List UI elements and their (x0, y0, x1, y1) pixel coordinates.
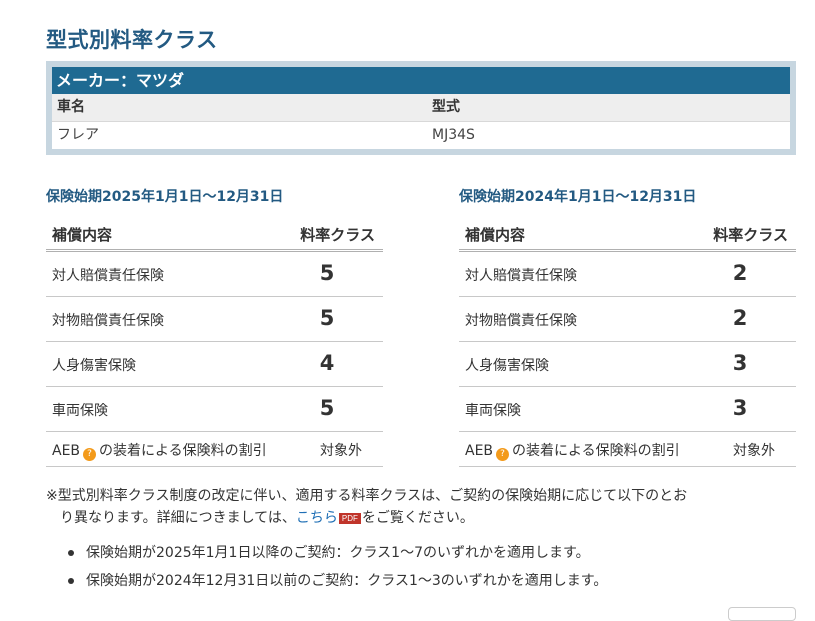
model-value: MJ34S (432, 127, 475, 143)
rate-table-header: 補償内容 料率クラス (459, 220, 796, 252)
table-row: 対人賠償責任保険 5 (46, 252, 383, 297)
rate-table-2025: 補償内容 料率クラス 対人賠償責任保険 5 対物賠償責任保険 5 人身傷害保険 … (46, 220, 383, 467)
maker-data-row: フレア MJ34S (52, 122, 790, 149)
car-name-header: 車名 (57, 99, 85, 115)
bullet-icon (68, 578, 74, 584)
coverage-label: 人身傷害保険 (465, 358, 549, 374)
coverage-label: 対物賠償責任保険 (52, 313, 164, 329)
aeb-info-icon[interactable]: ? (496, 448, 510, 461)
coverage-label: 人身傷害保険 (52, 358, 136, 374)
pdf-icon: PDF (338, 513, 361, 524)
coverage-header: 補償内容 (465, 226, 526, 244)
aeb-suffix: の装着による保険料の割引 (512, 443, 680, 459)
aeb-discount-row: AEB? の装着による保険料の割引 対象外 (46, 432, 383, 467)
rate-class-value: 2 (732, 306, 748, 330)
details-link[interactable]: こちら (296, 510, 338, 526)
rate-table-2024: 補償内容 料率クラス 対人賠償責任保険 2 対物賠償責任保険 2 人身傷害保険 … (459, 220, 796, 467)
note-line-2: り異なります。詳細につきましては、こちら PDF をご覧ください。 (46, 507, 791, 529)
coverage-label: 車両保険 (465, 403, 521, 419)
coverage-header: 補償内容 (52, 226, 113, 244)
aeb-prefix: AEB (52, 443, 81, 459)
period-2024-title: 保険始期2024年1月1日〜12月31日 (459, 189, 697, 205)
note-line-1: ※型式別料率クラス制度の改定に伴い、適用する料率クラスは、ご契約の保険始期に応じ… (46, 488, 688, 504)
table-row: 人身傷害保険 3 (459, 342, 796, 387)
rate-class-value: 5 (319, 306, 335, 330)
coverage-label: 対人賠償責任保険 (52, 268, 164, 284)
rate-class-value: 5 (319, 396, 335, 420)
coverage-label: 対物賠償責任保険 (465, 313, 577, 329)
aeb-label: AEB? の装着による保険料の割引 (465, 440, 680, 461)
coverage-label: 対人賠償責任保険 (465, 268, 577, 284)
rate-class-header: 料率クラス (713, 226, 788, 244)
table-row: 人身傷害保険 4 (46, 342, 383, 387)
table-row: 対物賠償責任保険 5 (46, 297, 383, 342)
table-row: 対物賠償責任保険 2 (459, 297, 796, 342)
page-title: 型式別料率クラス (46, 28, 218, 52)
rate-class-value: 3 (732, 396, 748, 420)
aeb-value: 対象外 (733, 443, 775, 459)
list-item-text: 保険始期が2024年12月31日以前のご契約：クラス1〜3のいずれかを適用します… (86, 573, 608, 589)
list-item: 保険始期が2024年12月31日以前のご契約：クラス1〜3のいずれかを適用します… (66, 570, 607, 598)
maker-column-headers: 車名 型式 (52, 94, 790, 122)
aeb-label: AEB? の装着による保険料の割引 (52, 440, 267, 461)
aeb-suffix: の装着による保険料の割引 (99, 443, 267, 459)
rate-class-value: 3 (732, 351, 748, 375)
note-line-2-post: をご覧ください。 (361, 510, 474, 526)
page-top-button[interactable] (728, 607, 796, 621)
rate-class-header: 料率クラス (300, 226, 375, 244)
list-item-text: 保険始期が2025年1月1日以降のご契約：クラス1〜7のいずれかを適用します。 (86, 545, 590, 561)
table-row: 車両保険 3 (459, 387, 796, 432)
list-item: 保険始期が2025年1月1日以降のご契約：クラス1〜7のいずれかを適用します。 (66, 542, 607, 570)
aeb-prefix: AEB (465, 443, 494, 459)
car-name-value: フレア (57, 127, 99, 143)
bullet-icon (68, 550, 74, 556)
period-2025-title: 保険始期2025年1月1日〜12月31日 (46, 189, 284, 205)
maker-info-box: メーカー：マツダ 車名 型式 フレア MJ34S (46, 61, 796, 155)
model-header: 型式 (432, 99, 460, 115)
table-row: 対人賠償責任保険 2 (459, 252, 796, 297)
maker-info-table: メーカー：マツダ 車名 型式 フレア MJ34S (52, 67, 790, 149)
rate-class-value: 4 (319, 351, 335, 375)
aeb-discount-row: AEB? の装着による保険料の割引 対象外 (459, 432, 796, 467)
rate-class-value: 5 (319, 261, 335, 285)
maker-header: メーカー：マツダ (52, 67, 790, 94)
rate-class-value: 2 (732, 261, 748, 285)
coverage-label: 車両保険 (52, 403, 108, 419)
aeb-value: 対象外 (320, 443, 362, 459)
class-range-list: 保険始期が2025年1月1日以降のご契約：クラス1〜7のいずれかを適用します。 … (66, 542, 607, 598)
aeb-info-icon[interactable]: ? (83, 448, 97, 461)
table-row: 車両保険 5 (46, 387, 383, 432)
note-line-2-pre: り異なります。詳細につきましては、 (60, 510, 296, 526)
revision-note: ※型式別料率クラス制度の改定に伴い、適用する料率クラスは、ご契約の保険始期に応じ… (46, 485, 791, 529)
rate-table-header: 補償内容 料率クラス (46, 220, 383, 252)
